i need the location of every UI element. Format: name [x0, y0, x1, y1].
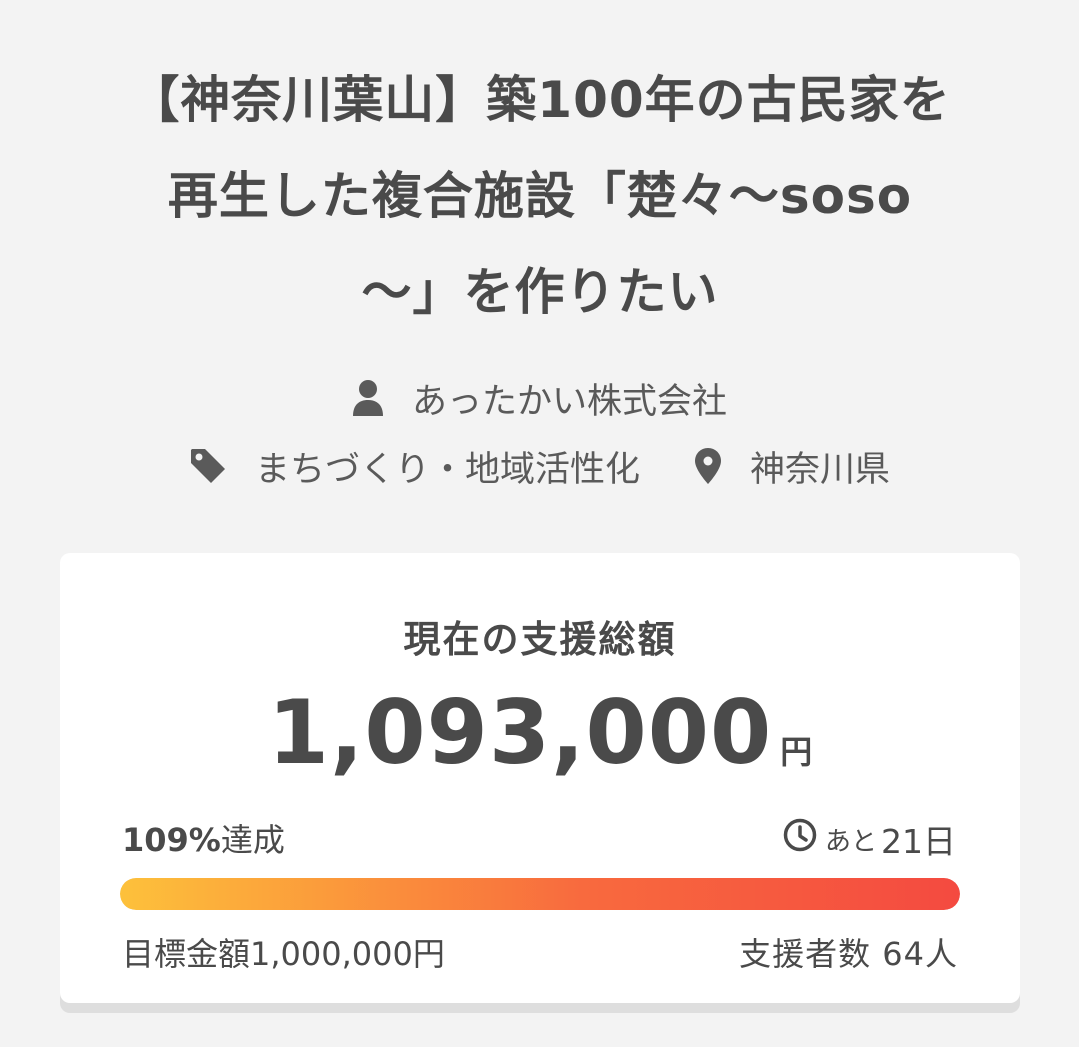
funding-amount-row: 1,093,000 円 — [60, 681, 1020, 784]
tags-row: まちづくり・地域活性化 神奈川県 — [0, 440, 1079, 492]
person-icon — [352, 379, 384, 417]
goal-amount: 目標金額1,000,000円 — [122, 935, 445, 973]
time-remaining-prefix: あと — [824, 826, 877, 857]
time-remaining: あと 21日 — [783, 815, 956, 863]
backer-count: 支援者数 64人 — [739, 935, 958, 973]
project-title-line-1: 【神奈川葉山】築100年の古民家を — [129, 71, 951, 129]
funding-heading: 現在の支援総額 — [403, 618, 677, 661]
map-pin-icon — [694, 447, 722, 485]
clock-icon — [783, 818, 817, 860]
achievement-label: 達成 — [220, 821, 285, 859]
owner-link[interactable]: あったかい株式会社 — [352, 373, 727, 424]
achievement-status: 109%達成 — [122, 815, 285, 861]
tag-icon — [189, 447, 227, 485]
funding-amount-unit: 円 — [780, 733, 813, 771]
category-link[interactable]: まちづくり・地域活性化 — [189, 441, 640, 492]
funding-amount: 1,093,000 — [267, 681, 773, 784]
owner-name: あったかい株式会社 — [411, 381, 727, 422]
funding-card: 現在の支援総額 1,093,000 円 109%達成 あと 21日 目標金額1,… — [60, 553, 1020, 1003]
project-title-line-2: 再生した複合施設「楚々〜soso — [167, 167, 913, 225]
location-link[interactable]: 神奈川県 — [694, 441, 890, 492]
project-title-line-3: 〜」を作りたい — [361, 263, 719, 321]
category-label: まちづくり・地域活性化 — [254, 449, 640, 490]
owner-row: あったかい株式会社 — [0, 372, 1079, 424]
funding-progress-bar — [120, 878, 960, 910]
location-label: 神奈川県 — [750, 449, 891, 490]
achievement-percent: 109% — [122, 821, 221, 859]
funding-progress-fill — [120, 878, 960, 910]
project-title: 【神奈川葉山】築100年の古民家を 再生した複合施設「楚々〜soso 〜」を作り… — [70, 52, 1010, 340]
time-remaining-value: 21日 — [881, 822, 956, 861]
